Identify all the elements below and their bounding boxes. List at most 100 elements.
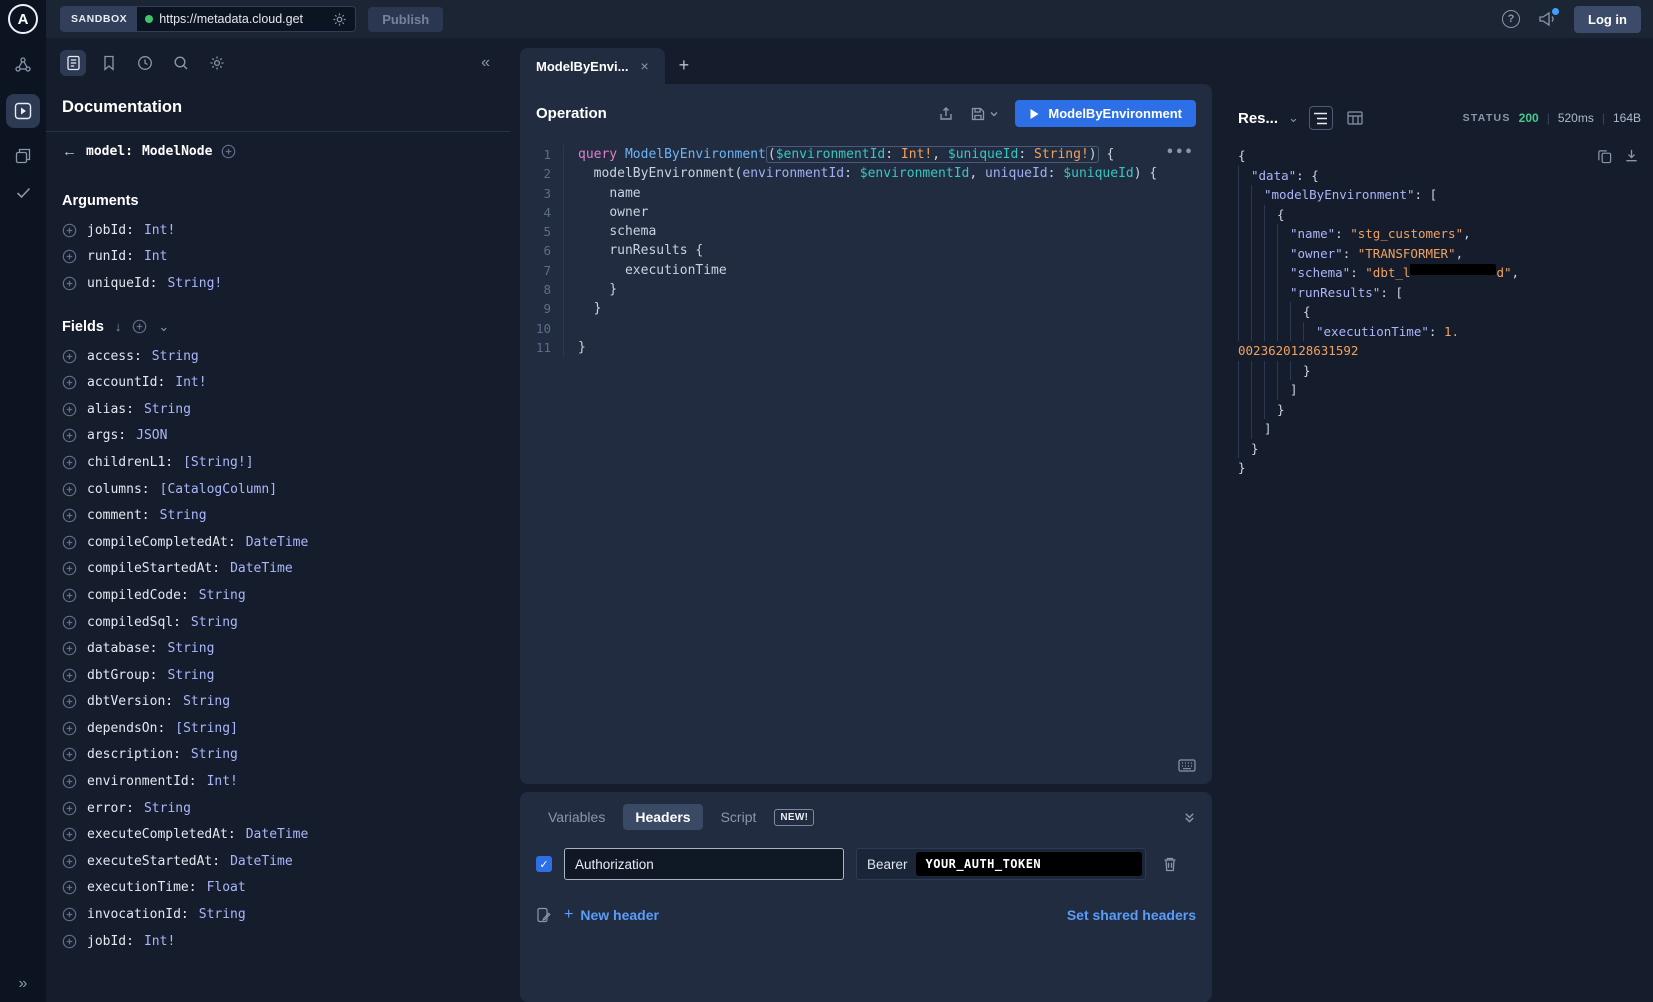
announcements-icon[interactable]	[1538, 11, 1556, 27]
field-type[interactable]: String	[152, 349, 199, 364]
doc-field-row[interactable]: executeStartedAt:DateTime	[46, 848, 510, 875]
field-name[interactable]: uniqueId:	[87, 276, 157, 291]
doc-field-row[interactable]: columns: [CatalogColumn]	[46, 476, 510, 503]
doc-field-row[interactable]: executionTime:Float	[46, 875, 510, 902]
add-field-icon[interactable]	[62, 694, 77, 709]
add-field-icon[interactable]	[62, 455, 77, 470]
code-line[interactable]: 4 owner	[520, 203, 1212, 222]
field-name[interactable]: runId:	[87, 249, 134, 264]
add-field-icon[interactable]	[62, 615, 77, 630]
field-name[interactable]: invocationId:	[87, 907, 189, 922]
field-name[interactable]: accountId:	[87, 375, 165, 390]
field-name[interactable]: executeCompletedAt:	[87, 827, 236, 842]
doc-field-row[interactable]: compileStartedAt:DateTime	[46, 556, 510, 583]
code-line[interactable]: 6 runResults {	[520, 241, 1212, 260]
field-name[interactable]: childrenL1:	[87, 455, 173, 470]
add-field-icon[interactable]	[62, 535, 77, 550]
auth-token-value[interactable]: YOUR_AUTH_TOKEN	[916, 852, 1142, 876]
close-tab-icon[interactable]: ×	[640, 58, 648, 74]
doc-field-row[interactable]: dependsOn:[String]	[46, 715, 510, 742]
field-type[interactable]: String	[191, 615, 238, 630]
table-view-icon[interactable]	[1343, 106, 1367, 130]
new-tab-icon[interactable]: +	[669, 55, 700, 84]
field-name[interactable]: columns:	[87, 482, 150, 497]
doc-field-row[interactable]: args:JSON	[46, 423, 510, 450]
add-field-icon[interactable]	[62, 668, 77, 683]
field-type[interactable]: Int!	[175, 375, 206, 390]
field-type[interactable]: Int!	[207, 774, 238, 789]
doc-field-row[interactable]: compiledSql: String	[46, 609, 510, 636]
add-field-icon[interactable]	[62, 854, 77, 869]
doc-field-row[interactable]: childrenL1:[String!]	[46, 449, 510, 476]
endpoint-url-box[interactable]: https://metadata.cloud.get	[137, 7, 355, 31]
back-icon[interactable]: ←	[62, 143, 77, 160]
doc-field-row[interactable]: environmentId: Int!	[46, 768, 510, 795]
doc-field-row[interactable]: access: String	[46, 343, 510, 370]
field-name[interactable]: jobId:	[87, 223, 134, 238]
doc-field-row[interactable]: accountId: Int!	[46, 369, 510, 396]
doc-field-row[interactable]: comment:String	[46, 502, 510, 529]
add-field-icon[interactable]	[62, 934, 77, 949]
field-type[interactable]: String	[183, 694, 230, 709]
field-type[interactable]: String	[167, 641, 214, 656]
add-field-icon[interactable]	[62, 774, 77, 789]
field-type[interactable]: String	[144, 801, 191, 816]
tab-variables[interactable]: Variables	[536, 804, 617, 830]
header-key-input[interactable]	[564, 848, 844, 880]
add-field-icon[interactable]	[62, 880, 77, 895]
field-name[interactable]: alias:	[87, 402, 134, 417]
field-name[interactable]: environmentId:	[87, 774, 197, 789]
sort-fields-icon[interactable]: ↓	[115, 319, 122, 334]
field-type[interactable]: Int!	[144, 934, 175, 949]
field-name[interactable]: compiledCode:	[87, 588, 189, 603]
add-field-icon[interactable]	[62, 827, 77, 842]
doc-field-row[interactable]: description:String	[46, 742, 510, 769]
field-type[interactable]: [CatalogColumn]	[160, 482, 277, 497]
search-icon[interactable]	[168, 50, 194, 76]
doc-field-row[interactable]: error:String	[46, 795, 510, 822]
add-field-icon[interactable]	[62, 249, 77, 264]
explorer-icon[interactable]	[6, 94, 40, 128]
add-field-icon[interactable]	[62, 588, 77, 603]
field-type[interactable]: String	[160, 508, 207, 523]
field-type[interactable]: String	[167, 668, 214, 683]
schema-icon[interactable]	[14, 56, 32, 74]
doc-field-row[interactable]: uniqueId: String!	[46, 270, 510, 297]
field-type[interactable]: String!	[167, 276, 222, 291]
field-type[interactable]: DateTime	[246, 827, 309, 842]
field-name[interactable]: access:	[87, 349, 142, 364]
field-name[interactable]: dependsOn:	[87, 721, 165, 736]
tab-headers[interactable]: Headers	[623, 804, 702, 830]
history-icon[interactable]	[132, 50, 158, 76]
add-field-icon[interactable]	[62, 508, 77, 523]
run-operation-button[interactable]: ModelByEnvironment	[1015, 100, 1196, 127]
code-line[interactable]: 11}	[520, 338, 1212, 357]
field-name[interactable]: compiledSql:	[87, 615, 181, 630]
fields-chevron-icon[interactable]: ⌄	[158, 319, 169, 335]
save-icon[interactable]	[970, 106, 999, 122]
doc-field-row[interactable]: compileCompletedAt:DateTime	[46, 529, 510, 556]
doc-field-row[interactable]: compiledCode:String	[46, 582, 510, 609]
keyboard-shortcuts-icon[interactable]	[1178, 759, 1196, 772]
operation-menu-icon[interactable]: •••	[1166, 145, 1194, 160]
doc-field-row[interactable]: jobId: Int!	[46, 928, 510, 955]
field-name[interactable]: compileCompletedAt:	[87, 535, 236, 550]
add-field-icon[interactable]	[62, 375, 77, 390]
add-field-icon[interactable]	[62, 641, 77, 656]
new-header-button[interactable]: + New header	[564, 906, 659, 924]
add-field-icon[interactable]	[62, 482, 77, 497]
collections-icon[interactable]	[15, 148, 31, 164]
doc-field-row[interactable]: alias:String	[46, 396, 510, 423]
copy-response-icon[interactable]	[1597, 148, 1612, 164]
apollo-logo[interactable]: A	[0, 0, 46, 38]
field-name[interactable]: description:	[87, 747, 181, 762]
add-field-icon[interactable]	[62, 907, 77, 922]
doc-field-row[interactable]: database:String	[46, 635, 510, 662]
help-icon[interactable]: ?	[1502, 10, 1520, 28]
field-name[interactable]: jobId:	[87, 934, 134, 949]
delete-header-icon[interactable]	[1162, 856, 1178, 873]
add-all-fields-icon[interactable]	[132, 319, 147, 334]
header-value-field[interactable]: Bearer YOUR_AUTH_TOKEN	[856, 848, 1146, 880]
code-line[interactable]: 10	[520, 319, 1212, 338]
code-line[interactable]: 8 }	[520, 280, 1212, 299]
